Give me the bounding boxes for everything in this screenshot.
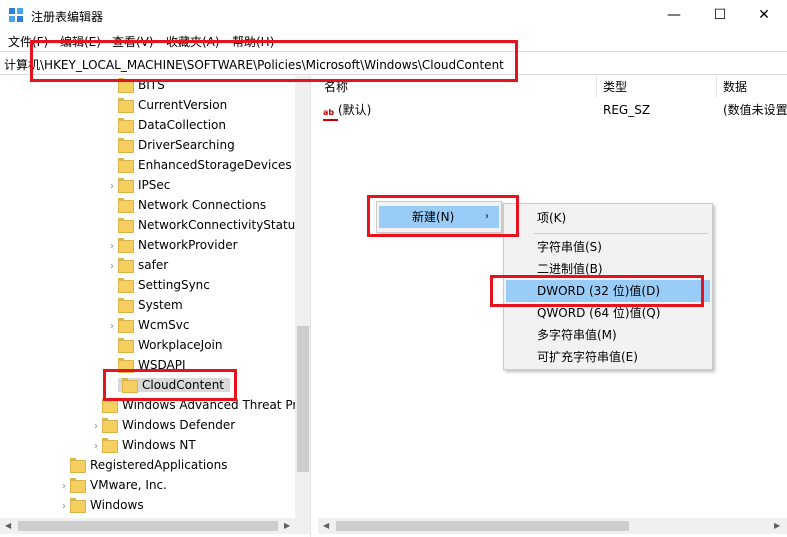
tree-item[interactable]: EnhancedStorageDevices xyxy=(106,155,292,175)
tree-item[interactable]: › VMware, Inc. xyxy=(58,475,167,495)
tree-item[interactable]: Network Connections xyxy=(106,195,266,215)
tree-item[interactable]: CurrentVersion xyxy=(106,95,227,115)
tree-item[interactable]: › IPSec xyxy=(106,175,170,195)
menu-item-key[interactable]: 项(K) xyxy=(537,207,566,229)
tree-item[interactable]: SettingSync xyxy=(106,275,210,295)
registry-editor-icon xyxy=(9,8,23,22)
chevron-right-icon[interactable]: › xyxy=(90,437,102,457)
annotation-box-address xyxy=(30,40,518,82)
tree-item[interactable]: NetworkConnectivityStatus xyxy=(106,215,302,235)
menu-item-expandable-string-value[interactable]: 可扩充字符串值(E) xyxy=(537,346,638,368)
folder-icon xyxy=(118,238,134,253)
folder-icon xyxy=(118,338,134,353)
tree-item[interactable]: › NetworkProvider xyxy=(106,235,238,255)
folder-icon xyxy=(102,438,118,453)
scroll-right-icon[interactable]: ▶ xyxy=(774,521,780,530)
tree-item[interactable]: System xyxy=(106,295,183,315)
tree-item[interactable]: RegisteredApplications xyxy=(58,455,227,475)
menu-item-string-value[interactable]: 字符串值(S) xyxy=(537,236,602,258)
folder-icon xyxy=(118,98,134,113)
chevron-right-icon[interactable]: › xyxy=(106,317,118,337)
scroll-right-icon[interactable]: ▶ xyxy=(284,521,290,530)
value-row[interactable]: ab (默认) xyxy=(323,100,371,121)
column-header-data[interactable]: 数据 xyxy=(717,76,787,98)
value-type: REG_SZ xyxy=(603,103,651,117)
folder-icon xyxy=(118,158,134,173)
string-value-icon: ab xyxy=(323,108,338,121)
tree-item[interactable]: › WcmSvc xyxy=(106,315,189,335)
title-bar: 注册表编辑器 — ☐ ✕ xyxy=(0,0,787,31)
scrollbar-thumb[interactable] xyxy=(18,521,278,531)
tree-vertical-scrollbar[interactable] xyxy=(295,76,310,518)
folder-icon xyxy=(118,298,134,313)
folder-icon xyxy=(118,178,134,193)
tree-item[interactable]: › Windows Defender xyxy=(90,415,235,435)
folder-icon xyxy=(118,278,134,293)
scroll-left-icon[interactable]: ◀ xyxy=(5,521,11,530)
tree-horizontal-scrollbar[interactable]: ◀ ▶ xyxy=(0,518,310,534)
menu-item-multi-string-value[interactable]: 多字符串值(M) xyxy=(537,324,617,346)
chevron-right-icon[interactable]: › xyxy=(58,477,70,497)
tree-item[interactable]: DataCollection xyxy=(106,115,226,135)
folder-icon xyxy=(118,318,134,333)
chevron-right-icon[interactable]: › xyxy=(58,497,70,517)
window-title: 注册表编辑器 xyxy=(31,10,104,24)
folder-icon xyxy=(118,198,134,213)
annotation-box-cloudcontent xyxy=(103,369,237,401)
scrollbar-thumb[interactable] xyxy=(336,521,629,531)
tree-item[interactable]: WorkplaceJoin xyxy=(106,335,223,355)
chevron-right-icon[interactable]: › xyxy=(90,417,102,437)
folder-icon xyxy=(118,218,134,233)
scroll-left-icon[interactable]: ◀ xyxy=(323,521,329,530)
minimize-button[interactable]: — xyxy=(651,0,697,31)
tree-item[interactable]: › safer xyxy=(106,255,168,275)
folder-icon xyxy=(118,138,134,153)
folder-icon xyxy=(118,118,134,133)
folder-icon xyxy=(118,258,134,273)
scrollbar-thumb[interactable] xyxy=(297,326,309,472)
tree-item[interactable]: › Windows NT xyxy=(90,435,196,455)
chevron-right-icon[interactable]: › xyxy=(106,257,118,277)
tree-item[interactable]: DriverSearching xyxy=(106,135,235,155)
folder-icon xyxy=(70,478,86,493)
folder-icon xyxy=(102,418,118,433)
maximize-button[interactable]: ☐ xyxy=(697,0,743,31)
list-horizontal-scrollbar[interactable]: ◀ ▶ xyxy=(318,518,787,534)
value-data: (数值未设置 xyxy=(723,103,787,117)
chevron-right-icon[interactable]: › xyxy=(106,237,118,257)
annotation-box-new xyxy=(367,195,519,237)
chevron-right-icon[interactable]: › xyxy=(106,177,118,197)
annotation-box-dword xyxy=(490,275,704,307)
menu-separator xyxy=(534,233,708,234)
close-button[interactable]: ✕ xyxy=(741,0,787,31)
column-header-type[interactable]: 类型 xyxy=(597,76,717,98)
tree-item[interactable]: › Windows xyxy=(58,495,144,515)
folder-icon xyxy=(70,458,86,473)
folder-icon xyxy=(70,498,86,513)
key-tree-pane[interactable]: BITS CurrentVersion DataCollection Drive… xyxy=(0,76,311,537)
